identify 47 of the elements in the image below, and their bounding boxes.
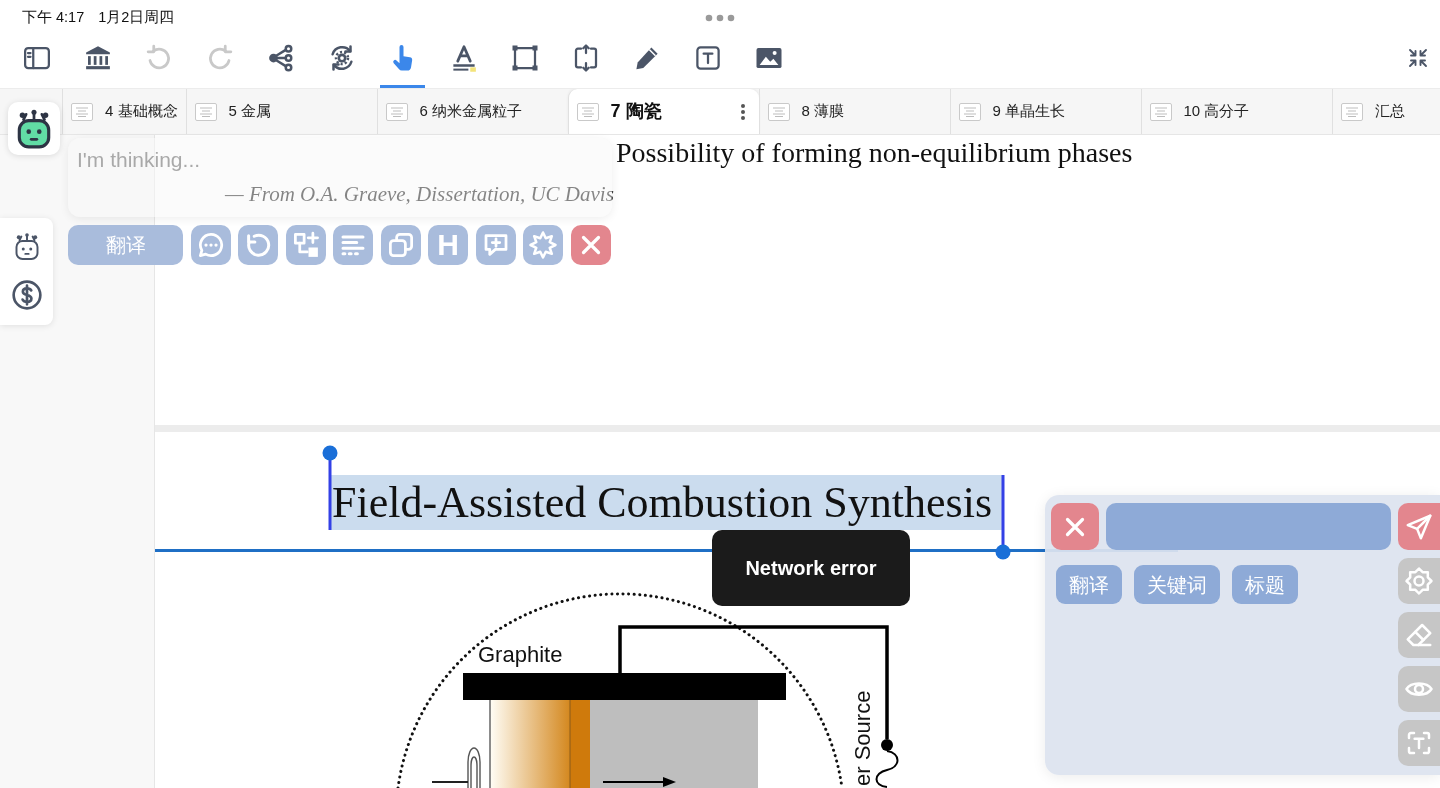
text-lines-button[interactable] [333,225,373,265]
page-thumbnail-icon [1149,102,1172,121]
more-dots-icon[interactable] [705,14,735,22]
document-tab[interactable]: 5 金属 [185,89,377,134]
add-comment-button[interactable] [475,225,516,265]
status-date: 1月2日周四 [98,8,175,28]
message-field[interactable] [1106,503,1391,550]
page-thumbnail-icon [194,102,217,121]
chat-button[interactable] [190,225,231,265]
sine-wave-icon [875,750,899,788]
page-heading-text: Possibility of forming non-equilibrium phases [616,137,1133,169]
document-tab[interactable]: 汇总 [1331,89,1440,134]
document-tab[interactable]: 9 单晶生长 [949,89,1141,134]
billing-button[interactable] [10,278,43,311]
add-block-button[interactable] [285,225,326,265]
shrink-arrows-icon [1406,46,1430,70]
burst-button[interactable] [523,225,563,265]
page-thumbnail-icon [1340,102,1363,121]
document-tab[interactable]: 10 高分子 [1140,89,1332,134]
status-time: 下午 4:17 [22,8,85,28]
document-tab[interactable]: 6 纳米金属粒子 [376,89,568,134]
coil-drawing [431,747,481,788]
graphite-label: Graphite [478,642,563,667]
page-thumbnail-icon [385,102,408,121]
page-thumbnail-icon [576,102,599,121]
document-tab[interactable]: 7 陶瓷 [567,89,759,134]
close-button[interactable] [570,225,611,265]
attribution-text: — From O.A. Graeve, Dissertation, UC Davis [225,181,614,207]
burst-icon [528,230,558,260]
page-thumbnail-icon [767,102,790,121]
error-toast: Network error [712,530,910,606]
retry-button[interactable] [238,225,278,265]
close-button[interactable] [1051,503,1099,550]
page-thumbnail-icon [71,102,93,121]
power-source-label: er Source [850,690,875,786]
page-thumbnail-icon [958,102,981,121]
assistant-avatar-button[interactable] [8,102,60,155]
copy-button[interactable] [380,225,421,265]
send-icon [1404,511,1434,542]
document-tab[interactable]: 4 基础概念 [62,89,186,134]
settings-icon [1404,566,1434,596]
document-title: Field-Assisted Combustion Synthesis [330,475,1004,530]
selection-handle[interactable] [995,475,1012,560]
dollar-icon [10,278,43,311]
document-tab[interactable]: 8 薄膜 [758,89,950,134]
kebab-menu-icon[interactable] [740,103,745,120]
send-button[interactable] [1398,503,1440,550]
